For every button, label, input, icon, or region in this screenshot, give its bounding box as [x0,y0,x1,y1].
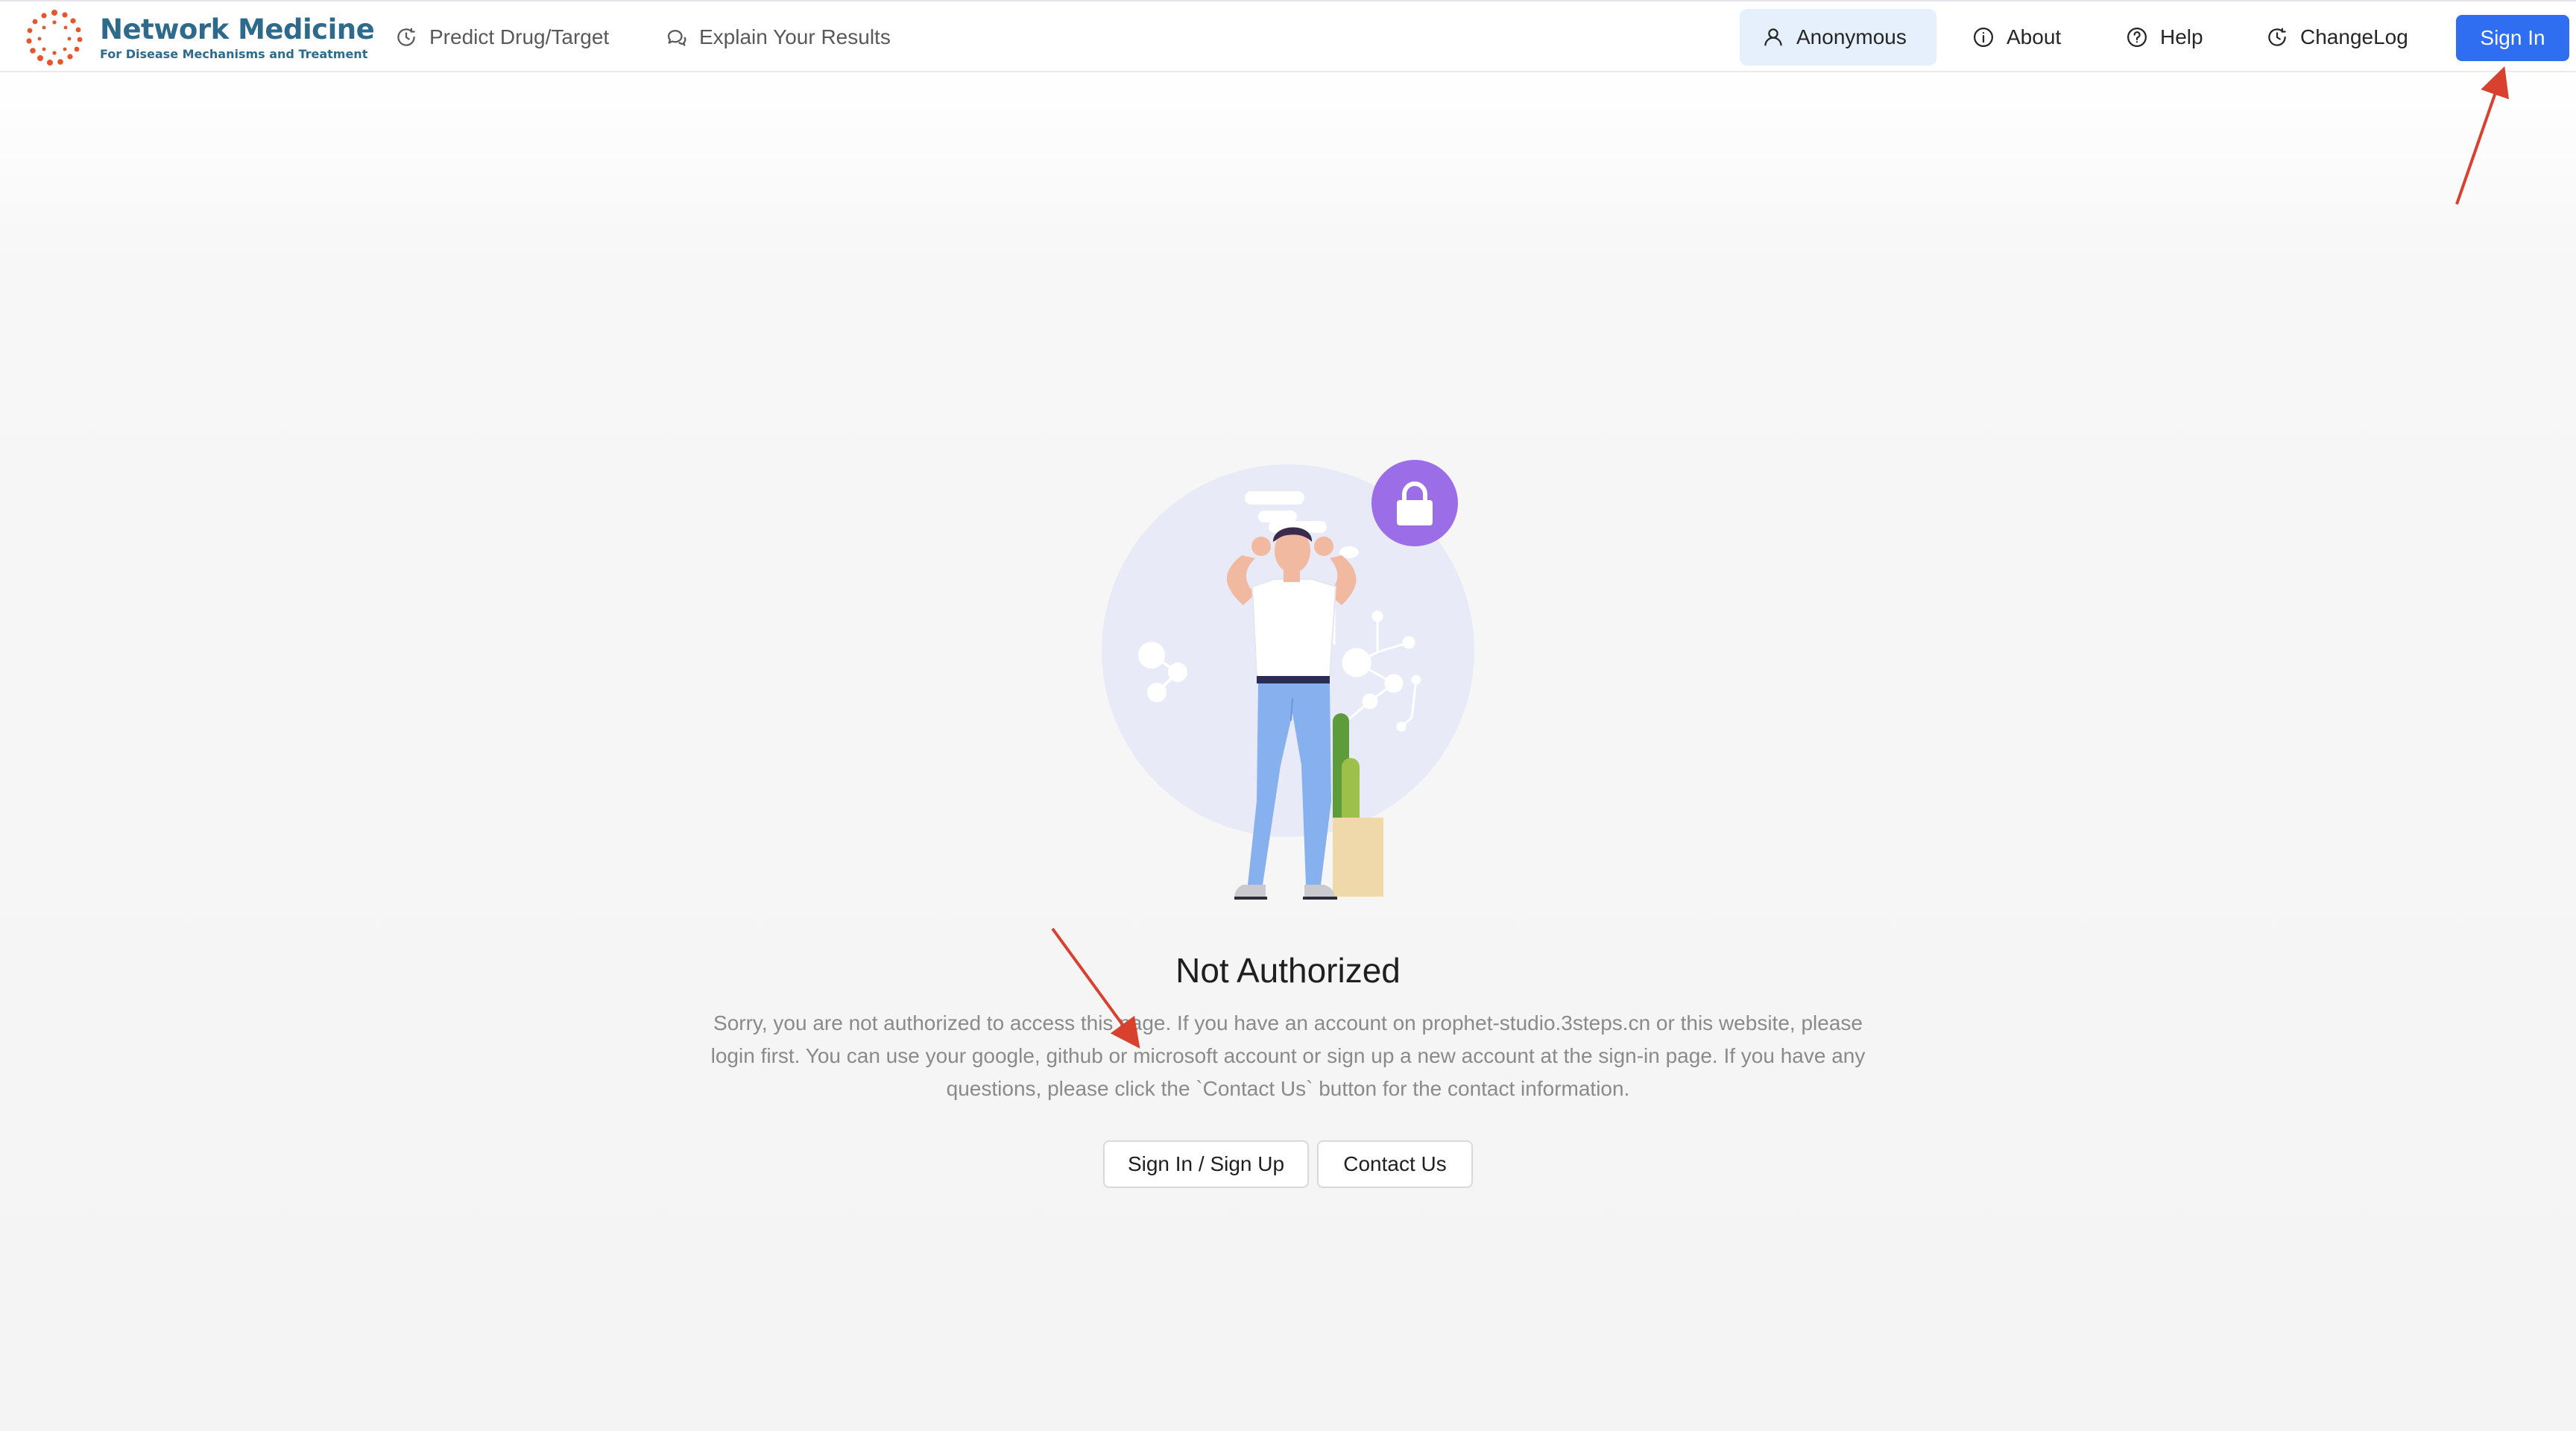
nav-help-label: Help [2160,25,2203,48]
changelog-icon [2268,28,2286,46]
main-content: Not Authorized Sorry, you are not author… [0,72,2576,1431]
nav-about[interactable]: About [1950,9,2083,66]
nav-user-anonymous[interactable]: Anonymous [1740,9,1936,66]
nav-explain-label: Explain Your Results [699,25,891,48]
nav-explain-results[interactable]: Explain Your Results [643,9,913,66]
nav-changelog[interactable]: ChangeLog [2244,9,2431,66]
brand[interactable]: Network Medicine For Disease Mechanisms … [24,7,375,69]
question-icon [2127,28,2147,47]
brand-title: Network Medicine [100,13,375,45]
brand-subtitle: For Disease Mechanisms and Treatment [100,47,368,61]
chat-icon [667,30,686,46]
sign-in-button[interactable]: Sign In [2456,15,2569,61]
not-authorized-illustration [1102,460,1474,900]
top-navbar: Network Medicine For Disease Mechanisms … [0,0,2576,72]
nav-changelog-label: ChangeLog [2300,25,2408,48]
contact-us-button[interactable]: Contact Us [1317,1140,1473,1188]
sign-in-sign-up-button[interactable]: Sign In / Sign Up [1103,1140,1309,1188]
network-medicine-logo [26,10,83,66]
info-icon [1974,28,1993,47]
nav-about-label: About [2007,25,2062,48]
nav-user-label: Anonymous [1796,25,1907,48]
lock-icon [1371,460,1458,546]
page-description: Sorry, you are not authorized to access … [710,1011,1866,1100]
clock-icon [397,28,415,46]
nav-predict-drug-target[interactable]: Predict Drug/Target [373,9,631,66]
nav-help[interactable]: Help [2103,9,2226,66]
page-title: Not Authorized [1175,951,1401,990]
nav-predict-label: Predict Drug/Target [429,25,610,48]
user-icon [1764,28,1782,46]
